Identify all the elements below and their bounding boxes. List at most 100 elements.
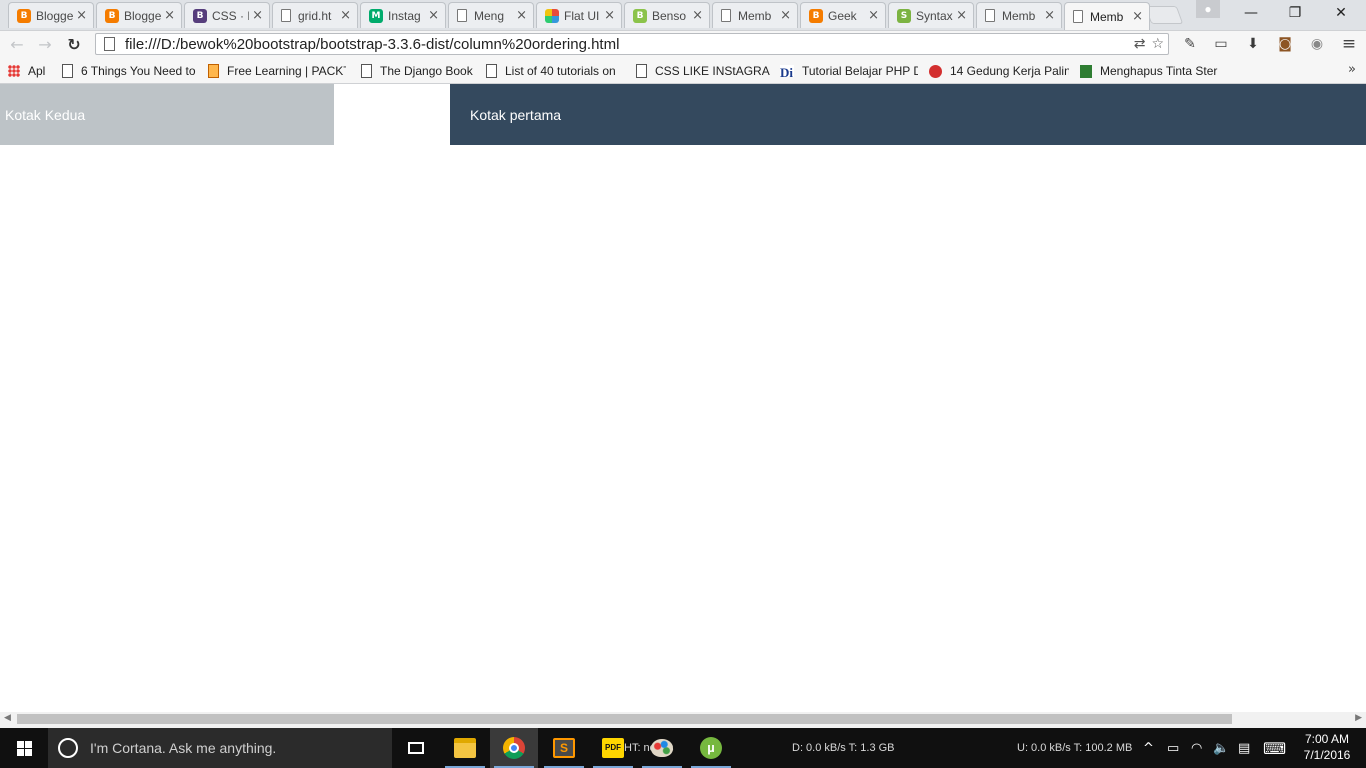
page-icon (361, 64, 372, 78)
tab[interactable]: grid.ht × (272, 2, 358, 28)
new-tab-button[interactable] (1144, 6, 1184, 24)
close-window-button[interactable]: ✕ (1318, 0, 1364, 26)
download-icon[interactable]: ⬇ (1242, 34, 1264, 54)
bookmark-apps[interactable]: Apl (8, 62, 45, 80)
tab-title: Memb (738, 8, 772, 23)
close-tab-icon[interactable]: × (428, 8, 439, 23)
minimize-button[interactable]: — (1228, 0, 1274, 26)
pdf-icon: PDF (602, 738, 624, 758)
tab[interactable]: Meng × (448, 2, 534, 28)
horizontal-scrollbar[interactable]: ◀ ▶ (0, 712, 1366, 728)
bookmark-label: Free Learning | PACKT (227, 64, 346, 78)
tab[interactable]: Memb × (712, 2, 798, 28)
tab[interactable]: B CSS · B× (184, 2, 270, 28)
bookmark-item[interactable]: 14 Gedung Kerja Palin (929, 62, 1069, 80)
tab[interactable]: M Instag × (360, 2, 446, 28)
close-tab-icon[interactable]: × (340, 8, 351, 23)
file-explorer-button[interactable] (441, 728, 489, 768)
bookmark-label: List of 40 tutorials on (505, 64, 616, 78)
folder-icon (454, 738, 476, 758)
bookmark-item[interactable]: 6 Things You Need to (62, 62, 196, 80)
bookmark-item[interactable]: Menghapus Tinta Ster (1080, 62, 1218, 80)
scroll-right-arrow[interactable]: ▶ (1355, 713, 1362, 723)
tab[interactable]: B Blogger× (96, 2, 182, 28)
eyedropper-icon[interactable]: ✎ (1179, 34, 1201, 54)
bookmark-star-icon[interactable]: ☆ (1151, 36, 1164, 52)
close-tab-icon[interactable]: × (516, 8, 527, 23)
instagram-icon[interactable]: ◙ (1274, 34, 1296, 54)
cortana-icon (58, 738, 78, 758)
show-hidden-icons-button[interactable]: ^ (1143, 728, 1154, 768)
forward-button[interactable]: → (33, 33, 57, 55)
scroll-left-arrow[interactable]: ◀ (4, 713, 11, 723)
blogger-icon: B (809, 8, 823, 23)
bookmark-item[interactable]: CSS LIKE INStAGRAM (636, 62, 770, 80)
bookmark-label: The Django Book (380, 64, 473, 78)
bookmark-item[interactable]: The Django Book (361, 62, 475, 80)
start-button[interactable] (0, 728, 48, 768)
scrollbar-thumb[interactable] (17, 714, 1232, 724)
close-tab-icon[interactable]: × (780, 8, 791, 23)
restore-button[interactable]: ❐ (1272, 0, 1318, 26)
bookmarks-overflow-button[interactable]: » (1348, 62, 1356, 77)
bookmark-label: Tutorial Belajar PHP D (802, 64, 918, 78)
task-view-button[interactable] (392, 728, 440, 768)
sublime-text-button[interactable]: S (540, 728, 588, 768)
page-icon (636, 64, 647, 78)
profile-icon[interactable]: ● (1196, 0, 1220, 18)
battery-icon[interactable]: ▭ (1167, 728, 1179, 768)
close-tab-icon[interactable]: × (1044, 8, 1055, 23)
bookmark-label: Menghapus Tinta Ster (1100, 64, 1218, 78)
back-button[interactable]: ← (5, 33, 29, 55)
close-tab-icon[interactable]: × (868, 8, 879, 23)
close-tab-icon[interactable]: × (956, 8, 967, 23)
chrome-button[interactable] (490, 728, 538, 768)
tab[interactable]: Memb × (1064, 2, 1150, 30)
utorrent-button[interactable]: µ (687, 728, 735, 768)
tab[interactable]: B Blogger× (8, 2, 94, 28)
tab[interactable]: Memb × (976, 2, 1062, 28)
benso-icon: B (633, 8, 647, 23)
close-tab-icon[interactable]: × (1132, 9, 1143, 24)
tab[interactable]: S Syntax × (888, 2, 974, 28)
bookmark-item[interactable]: Di Tutorial Belajar PHP D (780, 62, 918, 80)
tab-title: Blogger (124, 8, 162, 23)
wifi-icon[interactable]: ◠ (1191, 728, 1202, 768)
box-second-label: Kotak Kedua (5, 106, 86, 123)
reload-button[interactable]: ↻ (62, 33, 86, 55)
bookmarks-bar: Apl 6 Things You Need to Free Learning |… (0, 58, 1366, 84)
close-tab-icon[interactable]: × (164, 8, 175, 23)
task-view-icon (408, 742, 424, 754)
document-icon (721, 9, 731, 22)
volume-icon[interactable]: 🔈 (1213, 728, 1229, 768)
keyboard-icon[interactable]: ⌨ (1263, 728, 1286, 768)
paint-button[interactable] (638, 728, 686, 768)
tab[interactable]: Flat UI × (536, 2, 622, 28)
translate-icon[interactable]: ⇄ (1134, 36, 1146, 52)
camera-icon[interactable]: ◉ (1306, 34, 1328, 54)
tab[interactable]: B Benso × (624, 2, 710, 28)
address-bar[interactable]: file:///D:/bewok%20bootstrap/bootstrap-3… (95, 33, 1169, 55)
notifications-icon[interactable]: ▤ (1238, 728, 1250, 768)
bookmark-item[interactable]: Free Learning | PACKT (208, 62, 346, 80)
menu-icon[interactable]: ≡ (1338, 34, 1360, 54)
url-text[interactable]: file:///D:/bewok%20bootstrap/bootstrap-3… (125, 36, 619, 53)
box-second: Kotak Kedua (0, 84, 334, 145)
close-tab-icon[interactable]: × (604, 8, 615, 23)
close-tab-icon[interactable]: × (252, 8, 263, 23)
page-info-icon[interactable] (104, 37, 115, 51)
clock[interactable]: 7:00 AM 7/1/2016 (1296, 731, 1358, 763)
cast-icon[interactable]: ▭ (1210, 34, 1232, 54)
blogger-icon: B (17, 8, 31, 23)
tab-title: Meng (474, 8, 505, 23)
close-tab-icon[interactable]: × (692, 8, 703, 23)
page-icon (62, 64, 73, 78)
apps-grid-icon (8, 65, 20, 77)
flat-ui-icon (545, 8, 559, 23)
tab-title: Blogger (36, 8, 74, 23)
r-icon (929, 64, 942, 78)
bookmark-item[interactable]: List of 40 tutorials on (486, 62, 620, 80)
tab[interactable]: B Geek × (800, 2, 886, 28)
close-tab-icon[interactable]: × (76, 8, 87, 23)
cortana-search-box[interactable]: I'm Cortana. Ask me anything. (48, 728, 392, 768)
